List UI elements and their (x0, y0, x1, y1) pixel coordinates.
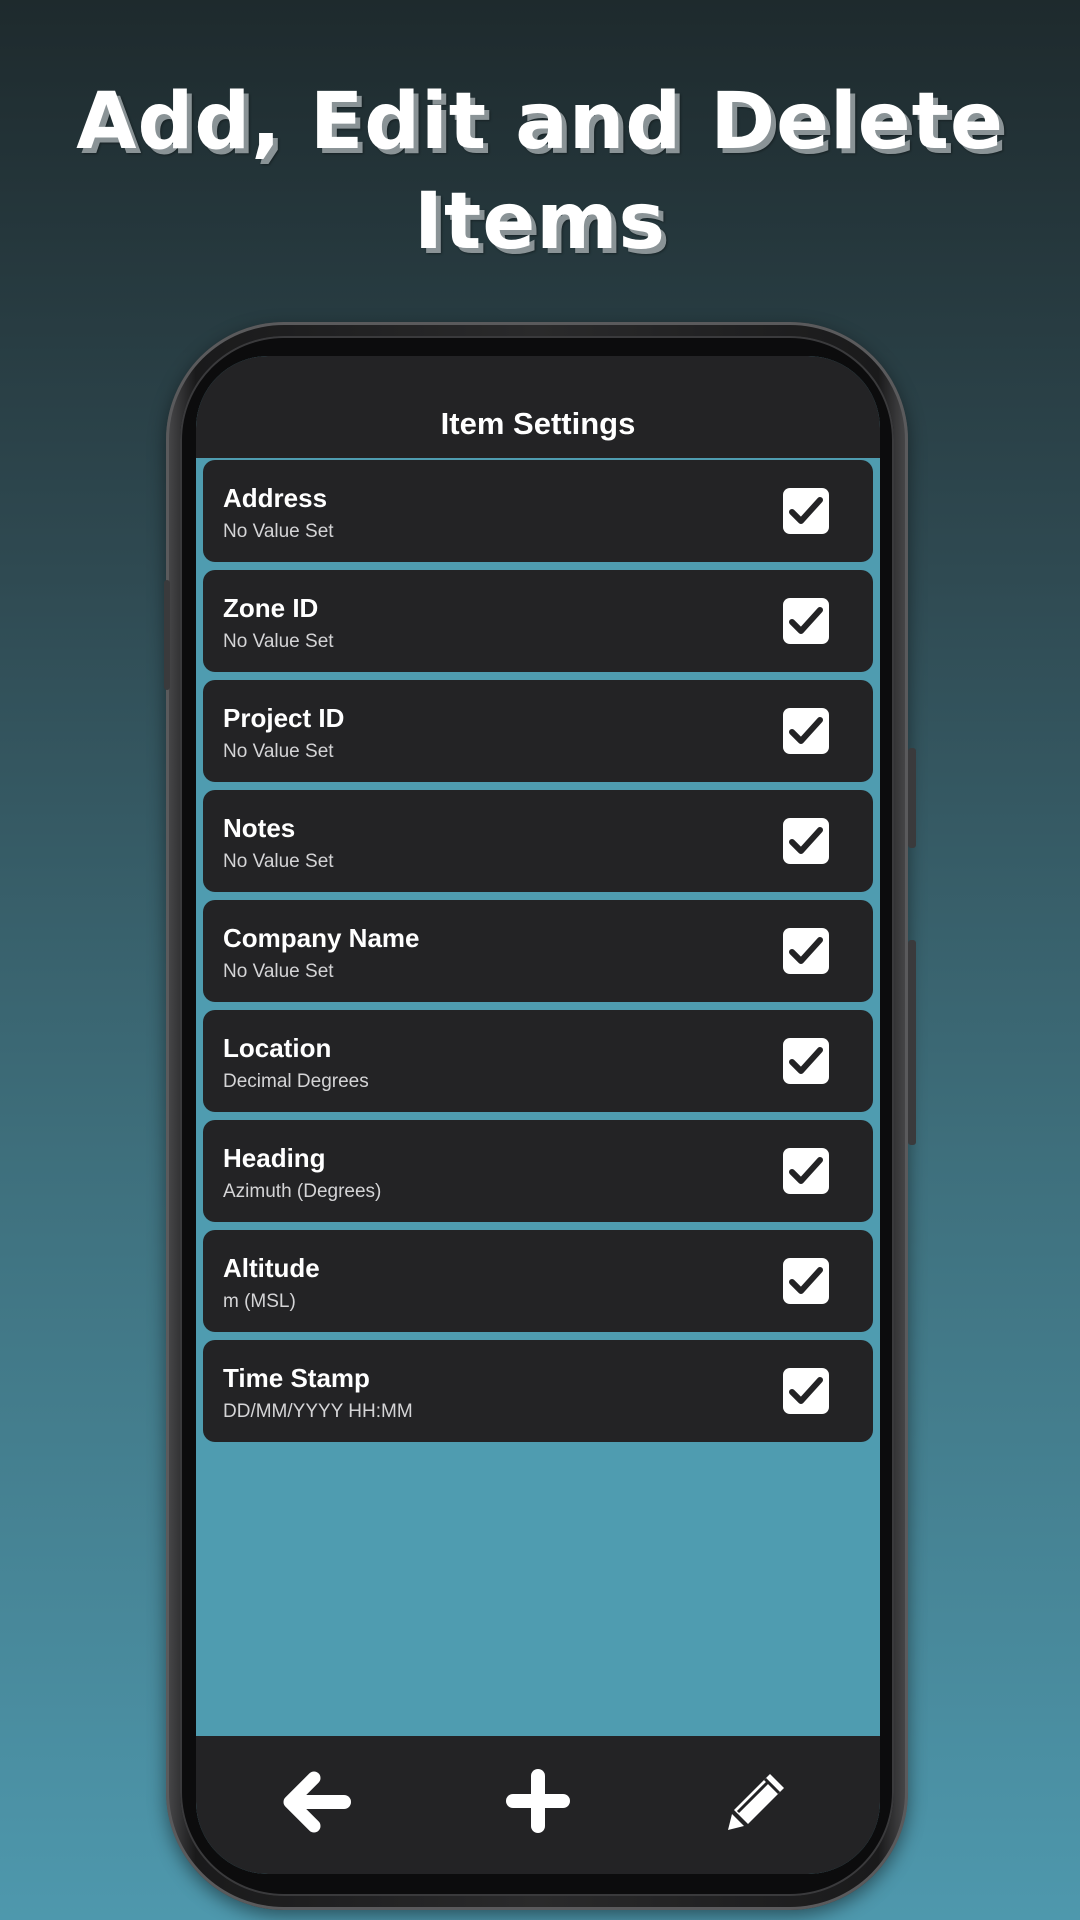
bottom-nav-bar (196, 1736, 880, 1874)
checkmark-icon (789, 1377, 823, 1404)
checkmark-icon (789, 827, 823, 854)
checkmark-icon (789, 1157, 823, 1184)
arrow-left-icon (283, 1771, 351, 1833)
plus-icon (506, 1769, 570, 1833)
phone-left-button (164, 580, 170, 690)
item-subtitle: Azimuth (Degrees) (223, 1181, 382, 1202)
checkmark-icon (789, 1267, 823, 1294)
list-item-company-name[interactable]: Company Name No Value Set (203, 900, 873, 1002)
item-title: Heading (223, 1143, 326, 1173)
item-subtitle: No Value Set (223, 521, 334, 542)
pencil-icon (728, 1774, 784, 1830)
list-item-zone-id[interactable]: Zone ID No Value Set (203, 570, 873, 672)
item-title: Zone ID (223, 593, 319, 623)
item-title: Altitude (223, 1253, 320, 1283)
list-item-address[interactable]: Address No Value Set (203, 460, 873, 562)
app-header: Item Settings (196, 356, 880, 458)
item-title: Company Name (223, 923, 420, 953)
list-item-notes[interactable]: Notes No Value Set (203, 790, 873, 892)
item-title: Location (223, 1033, 332, 1063)
back-button[interactable] (278, 1762, 358, 1842)
list-item-time-stamp[interactable]: Time Stamp DD/MM/YYYY HH:MM (203, 1340, 873, 1442)
item-subtitle: No Value Set (223, 961, 334, 982)
item-title: Time Stamp (223, 1363, 370, 1393)
item-checkbox[interactable] (783, 708, 829, 754)
app-screen: Item Settings Address No Value Set Zone … (196, 356, 880, 1874)
item-title: Notes (223, 813, 296, 843)
list-item-altitude[interactable]: Altitude m (MSL) (203, 1230, 873, 1332)
page-title: Item Settings (440, 406, 636, 441)
add-item-button[interactable] (498, 1762, 578, 1842)
checkmark-icon (789, 607, 823, 634)
item-title: Address (223, 483, 328, 513)
phone-volume-button (908, 940, 916, 1145)
item-checkbox[interactable] (783, 818, 829, 864)
item-subtitle: No Value Set (223, 741, 334, 762)
checkmark-icon (789, 937, 823, 964)
promo-headline-line1: Add, Edit and Delete (76, 77, 1004, 167)
promo-headline-line2: Items (414, 177, 666, 267)
item-checkbox[interactable] (783, 598, 829, 644)
item-checkbox[interactable] (783, 928, 829, 974)
checkmark-icon (789, 717, 823, 744)
item-subtitle: No Value Set (223, 631, 334, 652)
list-item-location[interactable]: Location Decimal Degrees (203, 1010, 873, 1112)
list-item-project-id[interactable]: Project ID No Value Set (203, 680, 873, 782)
phone-power-button (908, 748, 916, 848)
item-checkbox[interactable] (783, 1258, 829, 1304)
item-title: Project ID (223, 703, 345, 733)
item-subtitle: m (MSL) (223, 1291, 296, 1312)
item-checkbox[interactable] (783, 1368, 829, 1414)
item-subtitle: Decimal Degrees (223, 1071, 369, 1092)
edit-button[interactable] (718, 1762, 798, 1842)
item-checkbox[interactable] (783, 1148, 829, 1194)
checkmark-icon (789, 497, 823, 524)
item-checkbox[interactable] (783, 1038, 829, 1084)
item-checkbox[interactable] (783, 488, 829, 534)
promo-headline: Add, Edit and Delete Items (0, 72, 1080, 272)
list-item-heading[interactable]: Heading Azimuth (Degrees) (203, 1120, 873, 1222)
item-subtitle: No Value Set (223, 851, 334, 872)
checkmark-icon (789, 1047, 823, 1074)
item-list: Address No Value Set Zone ID No Value Se… (203, 460, 873, 1450)
item-subtitle: DD/MM/YYYY HH:MM (223, 1401, 413, 1422)
